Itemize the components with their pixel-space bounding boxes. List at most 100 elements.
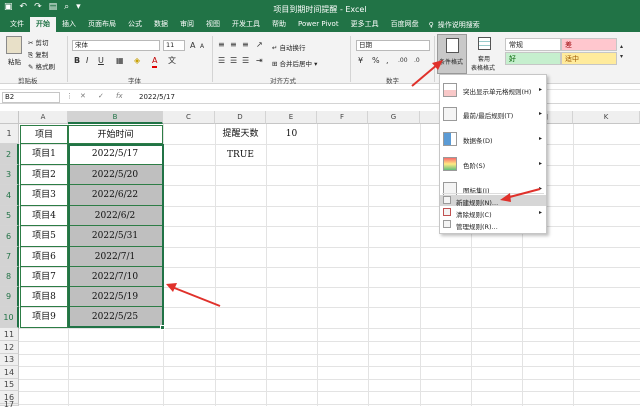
shrink-font-button[interactable]: A: [200, 42, 204, 52]
font-color-button[interactable]: A: [152, 56, 158, 68]
tell-me-search[interactable]: 操作说明搜索: [438, 20, 480, 30]
cell-start-date[interactable]: 2022/6/2: [68, 206, 163, 226]
bold-button[interactable]: B: [74, 56, 80, 66]
row-header-13[interactable]: 13: [0, 354, 19, 366]
cell-d1[interactable]: 提醒天数: [215, 125, 266, 144]
cell-project-name[interactable]: 项目5: [20, 226, 68, 247]
cell-d2[interactable]: TRUE: [215, 145, 266, 165]
italic-button[interactable]: I: [86, 56, 88, 66]
style-good[interactable]: 好: [505, 52, 561, 65]
cell-start-date[interactable]: 2022/5/17: [68, 144, 163, 165]
menu-new-rule[interactable]: 新建规则(N)...: [440, 195, 546, 207]
middle-align-icon[interactable]: ≡: [230, 40, 237, 50]
menu-clear-rules[interactable]: 清除规则(C) ▸: [440, 207, 546, 219]
tab-insert[interactable]: 插入: [56, 17, 82, 32]
style-neutral[interactable]: 适中: [561, 52, 617, 65]
styles-scroll-icon[interactable]: ▴ ▾: [620, 42, 623, 62]
name-box[interactable]: B2: [2, 92, 60, 103]
cell-project-name[interactable]: 项目8: [20, 287, 68, 307]
column-header-a[interactable]: A: [19, 111, 68, 124]
select-all-button[interactable]: [0, 111, 19, 124]
cell-start-date[interactable]: 2022/7/1: [68, 247, 163, 267]
percent-icon[interactable]: %: [372, 56, 380, 66]
row-header-9[interactable]: 9: [0, 287, 19, 307]
row-header-11[interactable]: 11: [0, 328, 19, 341]
column-header-e[interactable]: E: [266, 111, 317, 124]
cell-a1[interactable]: 项目: [20, 125, 68, 144]
tab-data[interactable]: 数据: [148, 17, 174, 32]
cell-start-date[interactable]: 2022/5/31: [68, 226, 163, 247]
cell-project-name[interactable]: 项目6: [20, 247, 68, 267]
font-size-combo[interactable]: 11: [163, 40, 185, 51]
formula-value[interactable]: 2022/5/17: [139, 93, 175, 101]
style-normal[interactable]: 常规: [505, 38, 561, 51]
row-header-4[interactable]: 4: [0, 185, 19, 206]
cell-project-name[interactable]: 项目3: [20, 185, 68, 206]
column-header-d[interactable]: D: [215, 111, 266, 124]
tab-more-tools[interactable]: 更多工具: [345, 17, 385, 32]
row-header-12[interactable]: 12: [0, 341, 19, 354]
row-header-10[interactable]: 10: [0, 307, 19, 328]
row-header-14[interactable]: 14: [0, 366, 19, 379]
tab-page-layout[interactable]: 页面布局: [82, 17, 122, 32]
row-header-1[interactable]: 1: [0, 124, 19, 144]
column-header-k[interactable]: K: [573, 111, 640, 124]
fill-color-icon[interactable]: ◈: [134, 56, 140, 66]
enter-icon[interactable]: ✓: [98, 92, 104, 100]
wrap-text-button[interactable]: ↵ 自动换行: [272, 42, 306, 52]
orientation-icon[interactable]: ↗: [256, 40, 263, 50]
insert-function-button[interactable]: fx: [116, 92, 123, 100]
merge-center-button[interactable]: ⊞ 合并后居中 ▾: [272, 58, 317, 68]
top-align-icon[interactable]: ≡: [218, 40, 225, 50]
fill-handle[interactable]: [160, 325, 165, 330]
font-name-combo[interactable]: 宋体: [72, 40, 160, 51]
borders-icon[interactable]: ▦: [116, 56, 124, 66]
tab-power-pivot[interactable]: Power Pivot: [292, 17, 345, 32]
cell-project-name[interactable]: 项目4: [20, 206, 68, 226]
menu-manage-rules[interactable]: 管理规则(R)...: [440, 219, 546, 231]
style-bad[interactable]: 差: [561, 38, 617, 51]
cell-project-name[interactable]: 项目1: [20, 144, 68, 165]
format-as-table-button[interactable]: 套用 表格格式: [470, 34, 500, 74]
align-right-icon[interactable]: ☰: [242, 56, 249, 66]
cell-start-date[interactable]: 2022/6/22: [68, 185, 163, 206]
column-header-f[interactable]: F: [317, 111, 368, 124]
row-header-5[interactable]: 5: [0, 206, 19, 226]
tab-review[interactable]: 审阅: [174, 17, 200, 32]
cell-start-date[interactable]: 2022/7/10: [68, 267, 163, 287]
tab-formulas[interactable]: 公式: [122, 17, 148, 32]
cell-start-date[interactable]: 2022/5/20: [68, 165, 163, 185]
row-header-3[interactable]: 3: [0, 165, 19, 185]
number-format-combo[interactable]: 日期: [356, 40, 430, 51]
row-header-15[interactable]: 15: [0, 379, 19, 391]
cell-start-date[interactable]: 2022/5/19: [68, 287, 163, 307]
cell-project-name[interactable]: 项目2: [20, 165, 68, 185]
column-header-c[interactable]: C: [163, 111, 215, 124]
menu-top-bottom-rules[interactable]: 最前/最后规则(T) ▸: [440, 103, 546, 125]
paste-button[interactable]: 粘贴: [8, 56, 21, 66]
tab-file[interactable]: 文件: [4, 17, 30, 32]
row-header-7[interactable]: 7: [0, 247, 19, 267]
cell-start-date[interactable]: 2022/5/25: [68, 307, 163, 328]
menu-data-bars[interactable]: 数据条(D) ▸: [440, 128, 546, 150]
decrease-decimal-icon[interactable]: .0: [414, 56, 420, 66]
underline-button[interactable]: U: [98, 56, 104, 66]
format-painter-button[interactable]: ✎ 格式刷: [28, 61, 55, 71]
paste-icon[interactable]: [6, 36, 22, 54]
align-left-icon[interactable]: ☰: [218, 56, 225, 66]
row-header-2[interactable]: 2: [0, 144, 19, 165]
column-header-b[interactable]: B: [68, 111, 163, 124]
currency-icon[interactable]: ¥: [358, 56, 363, 66]
cancel-icon[interactable]: ✕: [80, 92, 86, 100]
cell-e1[interactable]: 10: [266, 125, 317, 144]
indent-icon[interactable]: ⇥: [256, 56, 263, 66]
column-header-g[interactable]: G: [368, 111, 420, 124]
row-header-6[interactable]: 6: [0, 226, 19, 247]
copy-button[interactable]: ⎘ 复制: [28, 49, 48, 60]
tab-home[interactable]: 开始: [30, 17, 56, 32]
comma-icon[interactable]: ,: [386, 56, 389, 66]
conditional-formatting-button[interactable]: 条件格式: [437, 34, 467, 74]
menu-highlight-cells-rules[interactable]: 突出显示单元格规则(H) ▸: [440, 79, 546, 101]
cut-button[interactable]: ✂ 剪切: [28, 37, 49, 47]
tab-baidu-netdisk[interactable]: 百度网盘: [385, 17, 425, 32]
